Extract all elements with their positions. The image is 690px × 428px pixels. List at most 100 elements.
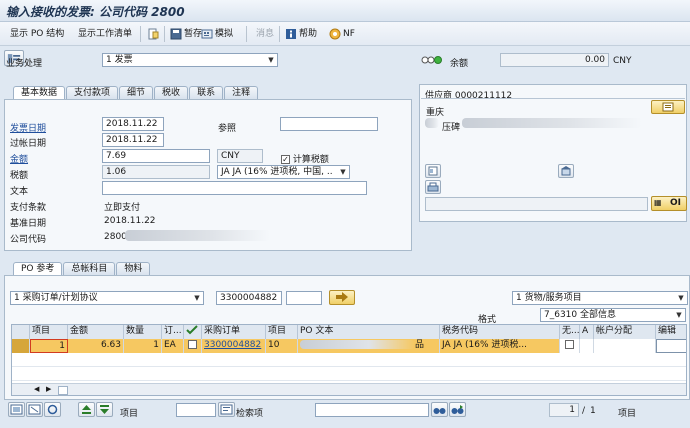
cell-amount[interactable]: 6.63 xyxy=(68,339,124,353)
search-button[interactable] xyxy=(431,402,448,417)
transaction-select[interactable]: 1 发票 ▼ xyxy=(102,53,278,67)
col-account-assignment[interactable]: 帐户分配 xyxy=(594,325,656,339)
vendor-doc-button[interactable] xyxy=(425,164,441,178)
reference-field[interactable] xyxy=(280,117,378,131)
cell-checkbox[interactable] xyxy=(184,339,202,353)
sort-ascending-button[interactable] xyxy=(78,402,95,417)
hold-button[interactable]: 暂存 xyxy=(170,27,202,41)
row-selector[interactable] xyxy=(12,339,30,353)
cell-edit[interactable] xyxy=(656,339,686,353)
tab-gl-account[interactable]: 总帐科目 xyxy=(63,262,116,275)
tax-code-value: JA JA (16% 进项税, 中国, .. xyxy=(221,167,333,177)
search-term-field[interactable] xyxy=(315,403,429,417)
refresh-icon xyxy=(47,404,58,415)
reference-label: 参照 xyxy=(218,124,237,134)
horizontal-scrollbar[interactable]: ◀ ▶ xyxy=(12,383,686,395)
col-tax-code[interactable]: 税务代码 xyxy=(440,325,560,339)
cell-po-item: 10 xyxy=(266,339,298,353)
scroll-right-icon[interactable]: ▶ xyxy=(46,385,51,393)
company-code-value: 2800 xyxy=(104,232,127,242)
footer-item-label-right: 项目 xyxy=(618,409,637,419)
select-all-rows-button[interactable] xyxy=(8,402,25,417)
nf-button[interactable]: NF xyxy=(329,27,355,41)
po-execute-button[interactable] xyxy=(329,290,355,305)
invoice-date-field[interactable]: 2018.11.22 xyxy=(102,117,164,131)
tab-basic-data[interactable]: 基本数据 xyxy=(13,86,66,99)
document-icon xyxy=(148,28,159,39)
scroll-left-icon[interactable]: ◀ xyxy=(34,385,39,393)
col-order-unit[interactable]: 订... xyxy=(162,325,184,339)
col-po-item[interactable]: 项目 xyxy=(266,325,298,339)
po-item-field[interactable] xyxy=(286,291,322,305)
refresh-button[interactable] xyxy=(44,402,61,417)
upper-tabstrip: 基本数据 支付款项 细节 税收 联系 注释 xyxy=(13,86,259,99)
simulate-button[interactable]: 模拟 xyxy=(201,27,233,41)
vendor-title: 供应商 0000211112 xyxy=(425,91,513,101)
scroll-thumb[interactable] xyxy=(58,386,68,395)
redacted-po-text xyxy=(300,340,415,349)
col-edit[interactable]: 编辑 xyxy=(656,325,686,339)
posting-date-field[interactable]: 2018.11.22 xyxy=(102,133,164,147)
cell-tax-code[interactable]: JA JA (16% 进项税... xyxy=(440,339,560,353)
col-a[interactable]: A xyxy=(580,325,594,339)
company-code-label: 公司代码 xyxy=(10,235,47,245)
help-button[interactable]: 帮助 xyxy=(285,27,317,41)
layout-select[interactable]: 1 货物/服务项目 ▼ xyxy=(512,291,688,305)
col-checkbox[interactable] xyxy=(184,325,202,339)
balance-field: 0.00 xyxy=(500,53,609,67)
tab-contact[interactable]: 联系 xyxy=(189,86,224,99)
search-next-button[interactable] xyxy=(449,402,466,417)
vendor-divider xyxy=(421,98,685,99)
cell-po-text: 品 xyxy=(298,339,440,353)
footer-item-field[interactable] xyxy=(176,403,216,417)
tab-payment[interactable]: 支付款项 xyxy=(66,86,119,99)
col-po-text[interactable]: PO 文本 xyxy=(298,325,440,339)
calc-tax-checkbox[interactable]: ✓ 计算税额 xyxy=(281,152,329,165)
tab-tax[interactable]: 税收 xyxy=(154,86,189,99)
table-row[interactable]: 1 6.63 1 EA 3300004882 10 品 JA JA (16% 进… xyxy=(12,339,686,353)
arrow-right-icon xyxy=(336,292,348,302)
col-purchase-order[interactable]: 采购订单 xyxy=(202,325,266,339)
messages-button[interactable]: 消息 xyxy=(256,27,274,41)
redacted-vendor-prefix xyxy=(425,118,439,128)
col-no-gr[interactable]: 无... xyxy=(560,325,580,339)
open-items-button[interactable]: ▦ OI xyxy=(651,196,687,211)
text-field[interactable] xyxy=(102,181,367,195)
tax-code-select[interactable]: JA JA (16% 进项税, 中国, .. ▼ xyxy=(217,165,350,179)
sort-descending-button[interactable] xyxy=(96,402,113,417)
po-number-field[interactable]: 3300004882 xyxy=(216,291,282,305)
show-worklist-button[interactable]: 显示工作清单 xyxy=(78,27,132,41)
cell-no-gr[interactable] xyxy=(560,339,580,353)
cell-purchase-order[interactable]: 3300004882 xyxy=(202,339,266,353)
application-toolbar: 显示 PO 结构 显示工作清单 暂存 模拟 消息 帮助 NF xyxy=(0,22,690,46)
tab-notes[interactable]: 注释 xyxy=(224,86,259,99)
binoculars-icon xyxy=(433,408,446,414)
tab-details[interactable]: 细节 xyxy=(119,86,154,99)
tab-po-reference[interactable]: PO 参考 xyxy=(13,262,63,275)
currency-field: CNY xyxy=(217,149,263,163)
cell-quantity[interactable]: 1 xyxy=(124,339,162,353)
col-quantity[interactable]: 数量 xyxy=(124,325,162,339)
col-item[interactable]: 项目 xyxy=(30,325,68,339)
select-all-icon xyxy=(186,325,198,335)
vendor-bank-button[interactable] xyxy=(558,164,574,178)
find-button[interactable] xyxy=(218,402,235,417)
sort-down-icon xyxy=(100,405,109,414)
hold-label: 暂存 xyxy=(184,29,203,39)
vendor-detail-button[interactable] xyxy=(651,100,685,114)
simulate-icon xyxy=(201,29,213,38)
show-po-structure-button[interactable]: 显示 PO 结构 xyxy=(10,27,64,41)
chevron-down-icon: ▼ xyxy=(676,311,682,319)
deselect-rows-button[interactable] xyxy=(26,402,43,417)
amount-field[interactable]: 7.69 xyxy=(102,149,210,163)
vendor-print-button[interactable] xyxy=(425,180,441,194)
reference-type-select[interactable]: 1 采购订单/计划协议 ▼ xyxy=(10,291,204,305)
calc-tax-label: 计算税额 xyxy=(292,155,329,165)
lower-tabstrip: PO 参考 总帐科目 物料 xyxy=(13,262,151,275)
tab-material[interactable]: 物料 xyxy=(116,262,151,275)
format-select[interactable]: 7_6310 全部信息 ▼ xyxy=(540,308,686,322)
document-icon-button[interactable] xyxy=(147,27,161,41)
cell-item[interactable]: 1 xyxy=(30,339,68,353)
col-amount[interactable]: 金额 xyxy=(68,325,124,339)
cell-account-assignment[interactable] xyxy=(594,339,656,353)
